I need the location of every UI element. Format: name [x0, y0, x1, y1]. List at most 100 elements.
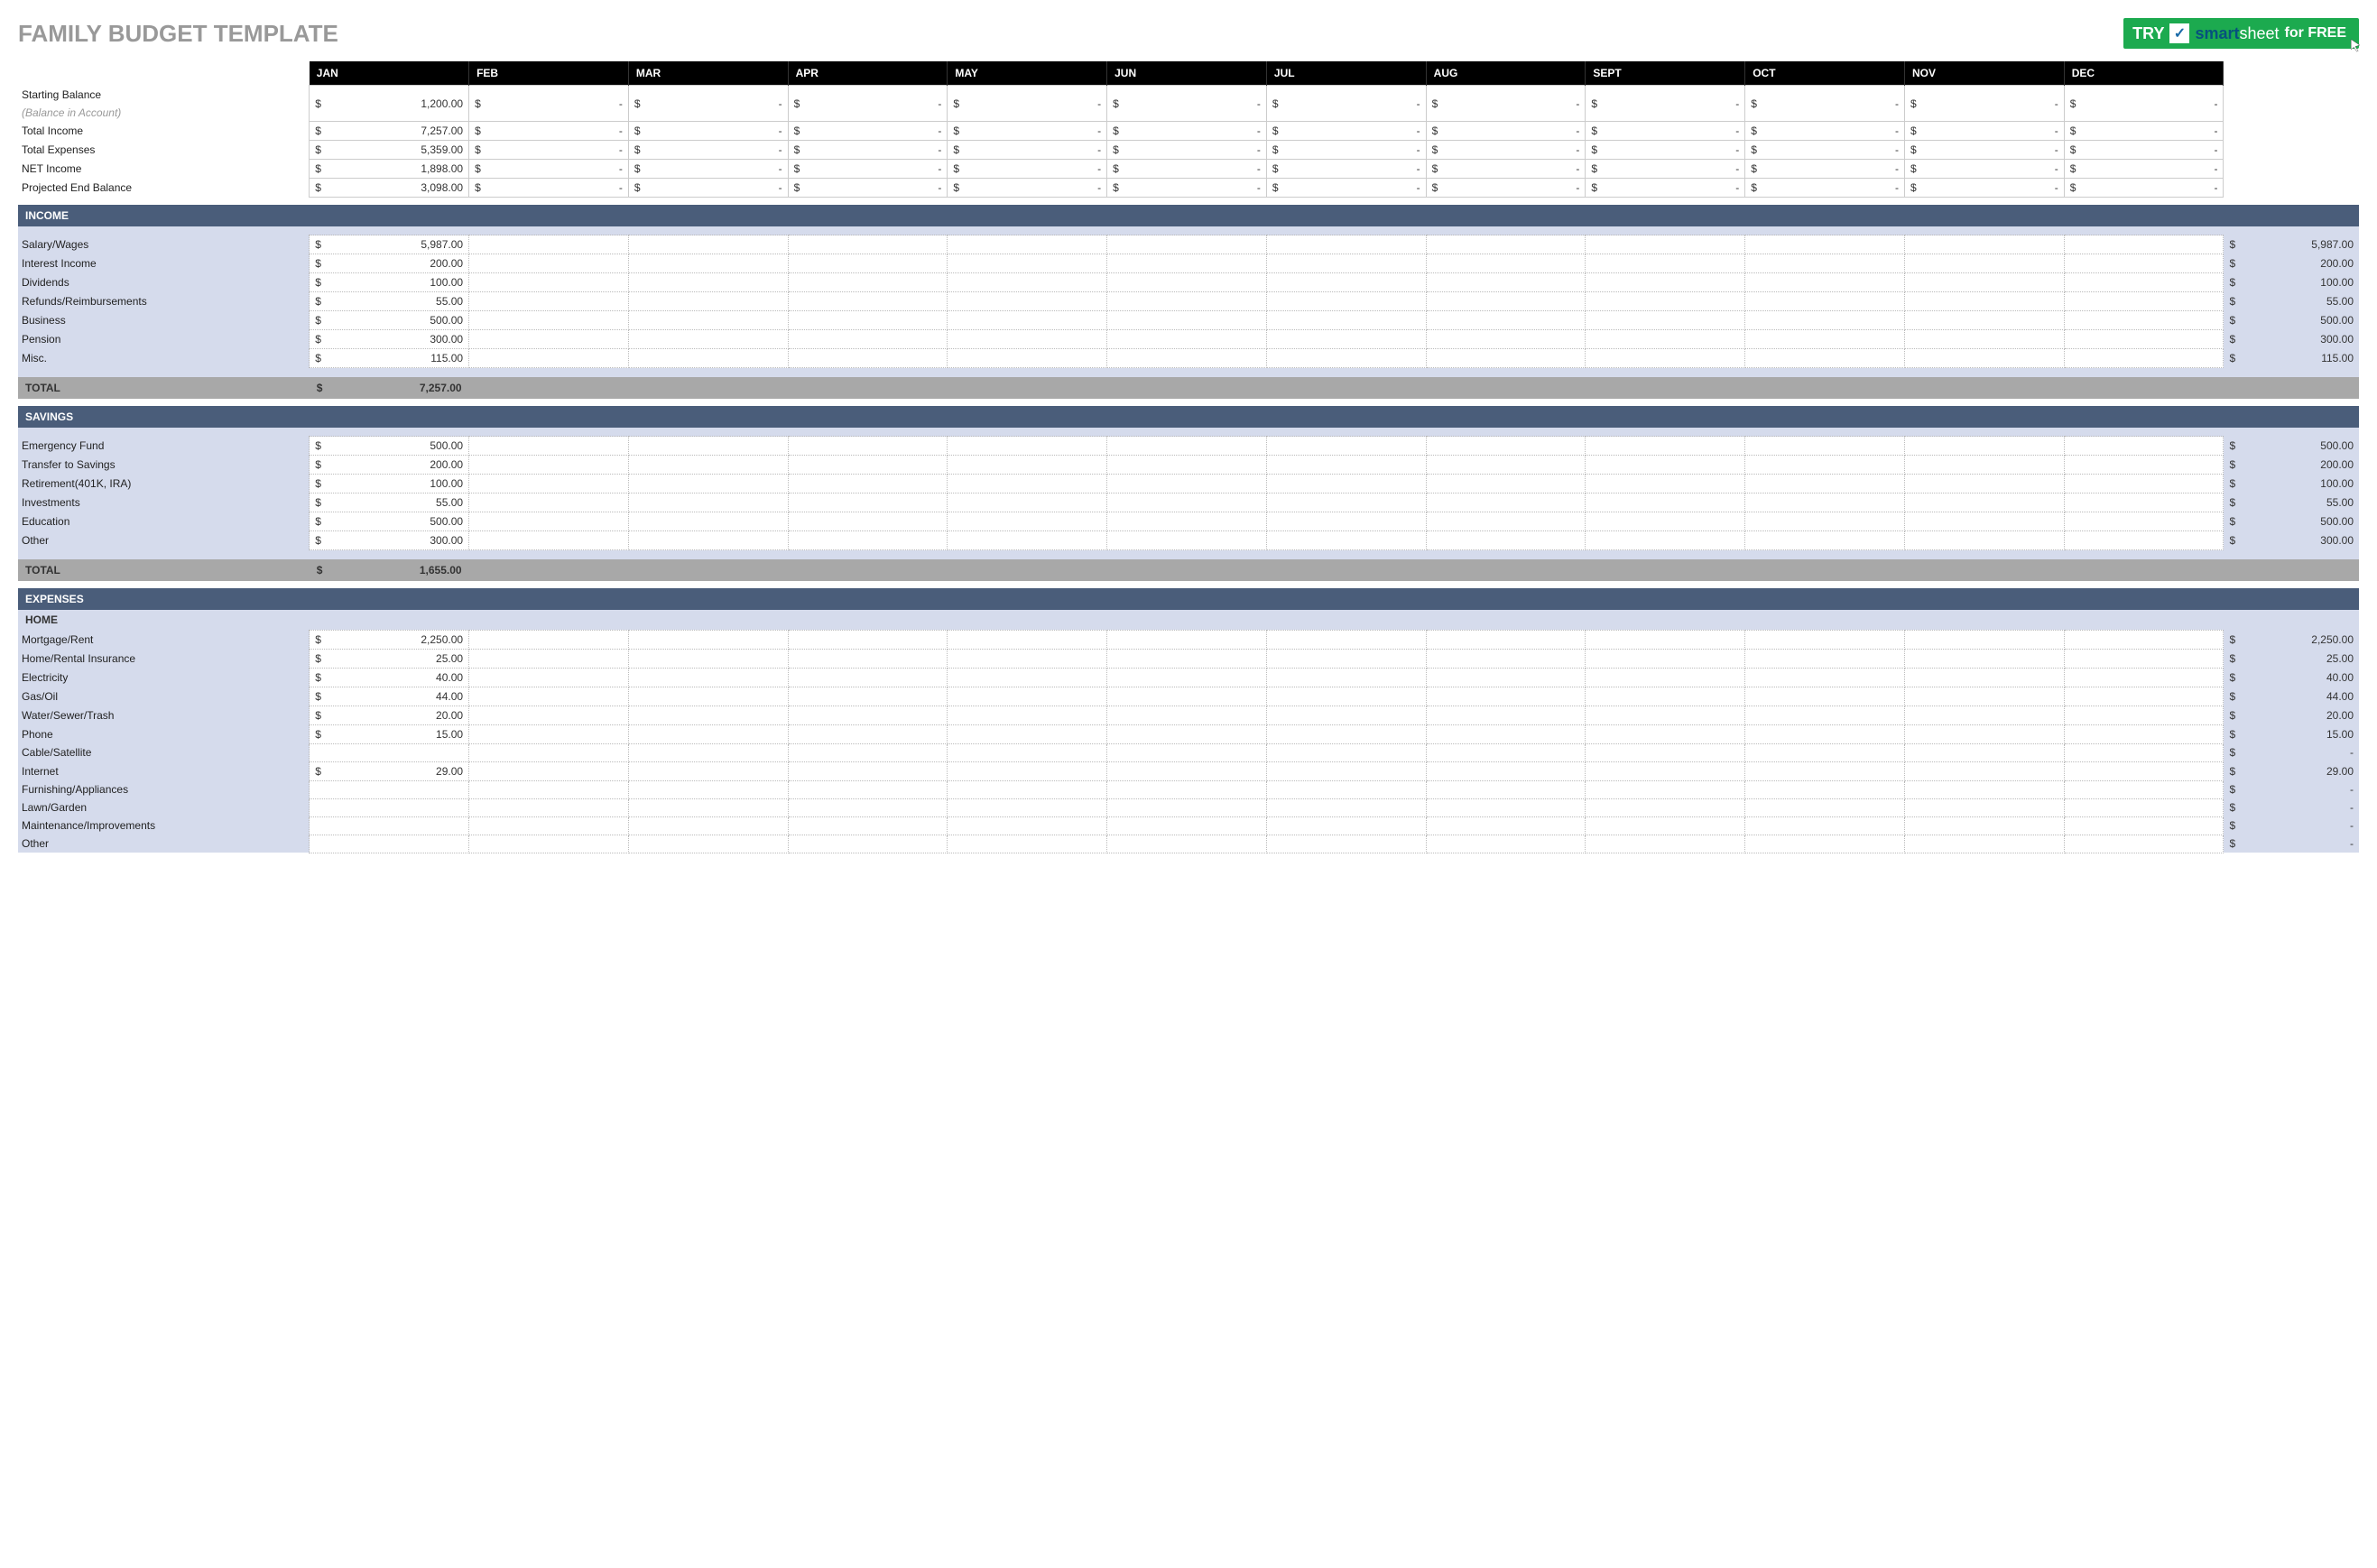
cell[interactable]: [1266, 475, 1426, 493]
cell[interactable]: [2064, 724, 2224, 743]
cell[interactable]: [1426, 761, 1586, 780]
cell[interactable]: [948, 687, 1107, 706]
cell[interactable]: [1266, 761, 1426, 780]
cell[interactable]: [1904, 649, 2064, 668]
cell[interactable]: [788, 687, 948, 706]
cell[interactable]: [1107, 687, 1267, 706]
cell[interactable]: [310, 798, 469, 816]
cell[interactable]: [2064, 349, 2224, 368]
cell[interactable]: [1107, 349, 1267, 368]
cell[interactable]: [1266, 512, 1426, 531]
cell[interactable]: [1586, 273, 1745, 292]
cell[interactable]: $500.00: [310, 512, 469, 531]
cell[interactable]: [628, 254, 788, 273]
cell[interactable]: $-: [628, 122, 788, 141]
cell[interactable]: $-: [1745, 141, 1905, 160]
cell[interactable]: [628, 816, 788, 835]
cell[interactable]: [1745, 330, 1905, 349]
cell[interactable]: $-: [948, 86, 1107, 122]
cell[interactable]: [628, 456, 788, 475]
cell[interactable]: $55.00: [310, 292, 469, 311]
cell[interactable]: $-: [1266, 160, 1426, 179]
cell[interactable]: [1426, 512, 1586, 531]
cell[interactable]: $-: [2064, 141, 2224, 160]
cell[interactable]: $-: [469, 179, 629, 198]
cell[interactable]: [1107, 835, 1267, 853]
cell[interactable]: [1586, 512, 1745, 531]
cell[interactable]: [1426, 743, 1586, 761]
cell[interactable]: [1266, 687, 1426, 706]
cell[interactable]: $-: [469, 141, 629, 160]
cell[interactable]: [1426, 630, 1586, 649]
cell[interactable]: [948, 330, 1107, 349]
cell[interactable]: $-: [948, 122, 1107, 141]
cell[interactable]: $-: [469, 160, 629, 179]
cell[interactable]: $-: [2064, 160, 2224, 179]
cell[interactable]: [628, 668, 788, 687]
cell[interactable]: [628, 630, 788, 649]
cell[interactable]: [628, 493, 788, 512]
cell[interactable]: [1586, 724, 1745, 743]
cell[interactable]: [948, 668, 1107, 687]
cell[interactable]: [1426, 835, 1586, 853]
cell[interactable]: [1904, 531, 2064, 550]
cell[interactable]: [1266, 649, 1426, 668]
cell[interactable]: [1904, 349, 2064, 368]
cell[interactable]: [1904, 235, 2064, 254]
cell[interactable]: [469, 668, 629, 687]
cell[interactable]: $-: [948, 179, 1107, 198]
cell[interactable]: [2064, 780, 2224, 798]
cell[interactable]: [948, 254, 1107, 273]
cell[interactable]: [469, 349, 629, 368]
cell[interactable]: [1904, 456, 2064, 475]
cell[interactable]: [628, 512, 788, 531]
cell[interactable]: [628, 531, 788, 550]
cell[interactable]: [310, 743, 469, 761]
cell[interactable]: [628, 273, 788, 292]
cell[interactable]: [1107, 780, 1267, 798]
cell[interactable]: [1745, 761, 1905, 780]
cell[interactable]: [2064, 761, 2224, 780]
cell[interactable]: $-: [1107, 122, 1267, 141]
cell[interactable]: [1107, 724, 1267, 743]
cell[interactable]: $-: [1426, 160, 1586, 179]
cell[interactable]: [2064, 456, 2224, 475]
cell[interactable]: $29.00: [310, 761, 469, 780]
cell[interactable]: [2064, 531, 2224, 550]
cell[interactable]: [2064, 493, 2224, 512]
cell[interactable]: [469, 493, 629, 512]
cell[interactable]: [2064, 630, 2224, 649]
cell[interactable]: [1586, 761, 1745, 780]
cell[interactable]: [1266, 456, 1426, 475]
cell[interactable]: [2064, 835, 2224, 853]
cell[interactable]: [788, 798, 948, 816]
cell[interactable]: [2064, 292, 2224, 311]
cell[interactable]: [1745, 311, 1905, 330]
cell[interactable]: [948, 235, 1107, 254]
cell[interactable]: [788, 349, 948, 368]
cell[interactable]: $-: [1426, 141, 1586, 160]
cell[interactable]: [2064, 273, 2224, 292]
cell[interactable]: [2064, 311, 2224, 330]
cell[interactable]: $44.00: [310, 687, 469, 706]
cell[interactable]: $25.00: [310, 649, 469, 668]
cell[interactable]: [628, 724, 788, 743]
cell[interactable]: $-: [948, 141, 1107, 160]
cell[interactable]: [628, 235, 788, 254]
cell[interactable]: [948, 761, 1107, 780]
cell[interactable]: [1586, 798, 1745, 816]
cell[interactable]: $-: [1904, 122, 2064, 141]
cell[interactable]: [469, 273, 629, 292]
cell[interactable]: [1904, 512, 2064, 531]
cell[interactable]: [628, 311, 788, 330]
cell[interactable]: [1586, 780, 1745, 798]
cell[interactable]: [1266, 531, 1426, 550]
cell[interactable]: [1426, 475, 1586, 493]
cell[interactable]: [1107, 437, 1267, 456]
cell[interactable]: [1745, 706, 1905, 724]
cell[interactable]: [948, 724, 1107, 743]
cell[interactable]: [1745, 292, 1905, 311]
cell[interactable]: [788, 743, 948, 761]
cell[interactable]: [1904, 687, 2064, 706]
cell[interactable]: $-: [469, 122, 629, 141]
